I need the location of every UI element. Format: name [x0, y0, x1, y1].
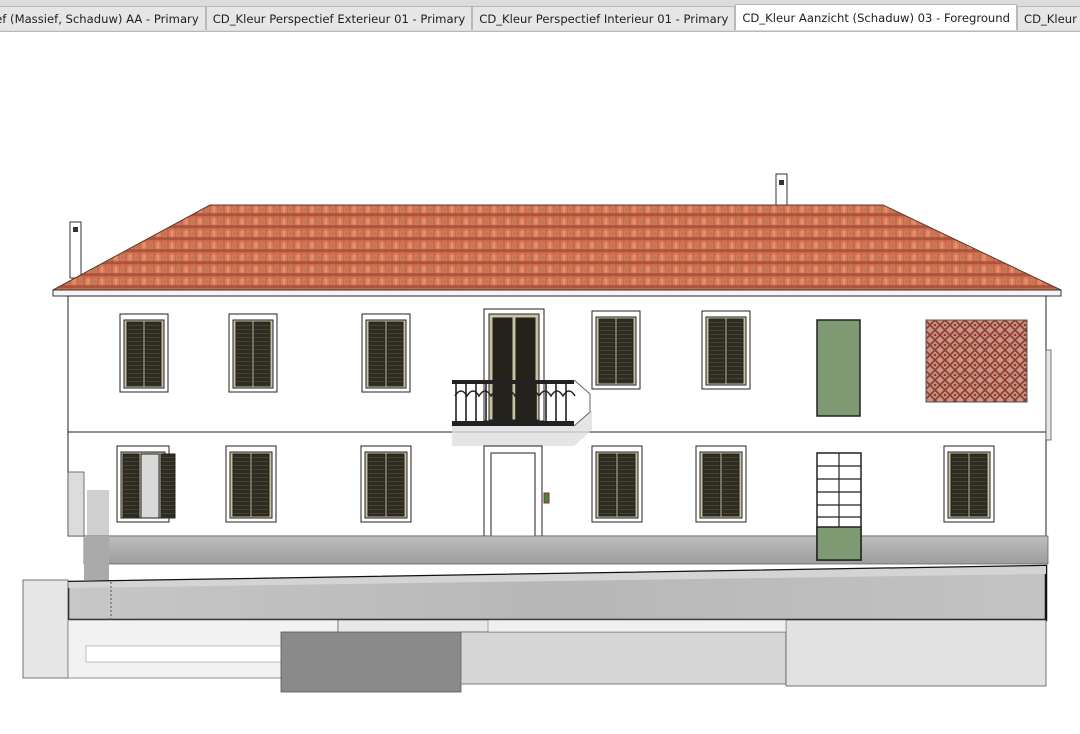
window: [360, 445, 412, 523]
window: [591, 445, 643, 523]
window: [361, 313, 411, 393]
chimney-right: [775, 173, 788, 209]
tab-aanzicht-b[interactable]: CD_Kleur Aanzicht (Schaduw) 03 - B: [1016, 6, 1080, 30]
elevation-viewport[interactable]: [0, 32, 1080, 734]
green-panel-upper: [816, 319, 861, 417]
decorative-screen-icon: [925, 319, 1028, 403]
window: [591, 310, 641, 390]
window: [701, 310, 751, 390]
tab-perspectief-interieur[interactable]: CD_Kleur Perspectief Interieur 01 - Prim…: [472, 6, 736, 30]
roof: [52, 204, 1062, 297]
terrace-wall: [66, 564, 1048, 622]
glazed-door-icon: [816, 452, 862, 561]
window: [119, 313, 169, 393]
chimney-left: [69, 221, 82, 279]
facade-elevation-drawing: [22, 173, 1062, 693]
tab-aa-primary[interactable]: ctief (Massief, Schaduw) AA - Primary: [0, 6, 206, 30]
boundary-wall-left: [67, 471, 85, 537]
window: [943, 445, 995, 523]
balcony-door: [483, 308, 545, 422]
wall-light-icon: [543, 492, 550, 504]
window: [228, 313, 278, 393]
window: [695, 445, 747, 523]
facade: [67, 295, 1052, 537]
window-open: [116, 445, 176, 523]
window: [225, 445, 277, 523]
tab-aanzicht-foreground[interactable]: CD_Kleur Aanzicht (Schaduw) 03 - Foregro…: [735, 4, 1017, 30]
tab-perspectief-exterieur[interactable]: CD_Kleur Perspectief Exterieur 01 - Prim…: [205, 6, 473, 30]
view-tab-bar: ctief (Massief, Schaduw) AA - Primary CD…: [0, 0, 1080, 32]
